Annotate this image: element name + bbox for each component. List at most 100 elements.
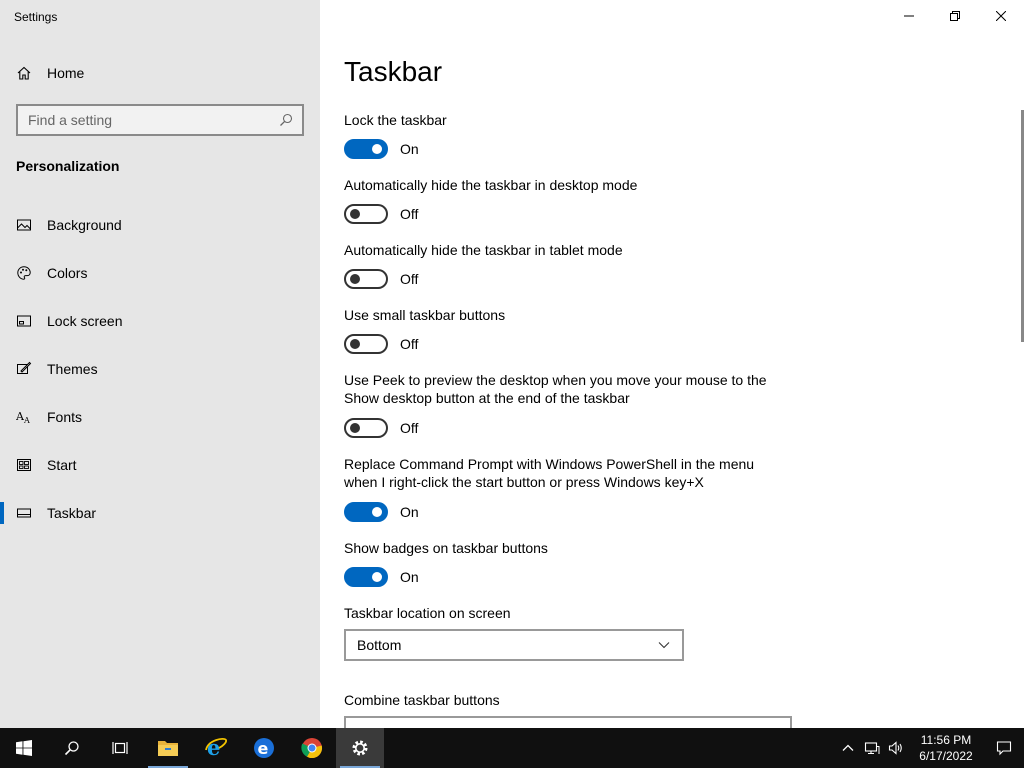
setting-label-lock-taskbar: Lock the taskbar	[344, 112, 447, 128]
show-hidden-icons-button[interactable]	[836, 728, 860, 768]
svg-text:e: e	[258, 739, 269, 758]
home-nav-item[interactable]: Home	[16, 62, 84, 84]
clock-date: 6/17/2022	[919, 749, 973, 763]
sidebar-item-label: Colors	[47, 265, 88, 281]
notification-icon	[996, 740, 1012, 756]
sidebar-item-label: Taskbar	[47, 505, 97, 521]
sidebar-item-taskbar[interactable]: Taskbar	[0, 489, 320, 537]
toggle-switch[interactable]	[344, 567, 388, 587]
sidebar-item-label: Lock screen	[47, 313, 123, 329]
sidebar-item-themes[interactable]: Themes	[0, 345, 320, 393]
sidebar-item-fonts[interactable]: AA Fonts	[0, 393, 320, 441]
toggle-knob	[372, 507, 382, 517]
lock-screen-icon	[16, 313, 32, 329]
sidebar-item-label: Background	[47, 217, 122, 233]
toggle-peek[interactable]: Off	[344, 417, 418, 439]
network-button[interactable]	[860, 728, 884, 768]
clock[interactable]: 11:56 PM 6/17/2022	[908, 732, 984, 764]
taskbar-location-dropdown[interactable]: Bottom	[344, 629, 684, 661]
svg-text:A: A	[23, 416, 30, 425]
task-view-button[interactable]	[96, 728, 144, 768]
chevron-up-icon	[840, 740, 856, 756]
page-title: Taskbar	[344, 56, 443, 87]
app-title: Settings	[14, 10, 58, 24]
sidebar-item-colors[interactable]: Colors	[0, 249, 320, 297]
setting-label-powershell: Replace Command Prompt with Windows Powe…	[344, 456, 755, 490]
task-view-icon	[112, 740, 128, 756]
search-box[interactable]	[16, 104, 304, 136]
toggle-autohide-tablet[interactable]: Off	[344, 268, 418, 290]
sidebar-item-start[interactable]: Start	[0, 441, 320, 489]
setting-label-combine: Combine taskbar buttons	[344, 692, 500, 708]
volume-button[interactable]	[884, 728, 908, 768]
toggle-state-label: On	[400, 569, 419, 585]
system-tray: 11:56 PM 6/17/2022	[836, 728, 1024, 768]
search-icon	[64, 740, 80, 756]
toggle-switch[interactable]	[344, 139, 388, 159]
toggle-knob	[372, 572, 382, 582]
setting-label-small-buttons: Use small taskbar buttons	[344, 307, 506, 323]
taskbar: e e 11:56 PM 6/17/2022	[0, 728, 1024, 768]
taskbar-icon	[16, 505, 32, 521]
setting-label-autohide-desktop: Automatically hide the taskbar in deskto…	[344, 177, 638, 193]
search-input[interactable]	[28, 112, 278, 128]
chevron-down-icon	[656, 637, 672, 653]
sidebar-nav: Background Colors Lock screen Themes AA …	[0, 201, 320, 537]
toggle-lock-taskbar[interactable]: On	[344, 138, 419, 160]
toggle-small-buttons[interactable]: Off	[344, 333, 418, 355]
settings-gear-icon	[350, 738, 370, 758]
toggle-knob	[372, 144, 382, 154]
sidebar-item-label: Fonts	[47, 409, 83, 425]
themes-icon	[16, 361, 32, 377]
sidebar-item-background[interactable]: Background	[0, 201, 320, 249]
toggle-state-label: Off	[400, 271, 419, 287]
combine-buttons-dropdown[interactable]	[344, 716, 792, 728]
toggle-powershell[interactable]: On	[344, 501, 419, 523]
home-icon	[16, 65, 32, 81]
setting-label-peek: Use Peek to preview the desktop when you…	[344, 372, 767, 406]
toggle-knob	[350, 274, 360, 284]
start-button[interactable]	[0, 728, 48, 768]
taskbar-search-button[interactable]	[48, 728, 96, 768]
toggle-state-label: On	[400, 141, 419, 157]
sidebar-item-lock-screen[interactable]: Lock screen	[0, 297, 320, 345]
fonts-icon: AA	[16, 409, 32, 425]
main-content: Taskbar Lock the taskbar On Automaticall…	[320, 0, 1024, 728]
toggle-badges[interactable]: On	[344, 566, 419, 588]
action-center-button[interactable]	[984, 728, 1024, 768]
toggle-switch[interactable]	[344, 269, 388, 289]
toggle-switch[interactable]	[344, 418, 388, 438]
toggle-state-label: Off	[400, 206, 419, 222]
volume-icon	[888, 740, 904, 756]
toggle-knob	[350, 423, 360, 433]
setting-label-location: Taskbar location on screen	[344, 605, 511, 621]
network-icon	[864, 740, 880, 756]
home-label: Home	[47, 65, 85, 81]
toggle-state-label: On	[400, 504, 419, 520]
toggle-switch[interactable]	[344, 204, 388, 224]
sidebar-item-label: Start	[47, 457, 77, 473]
edge-icon: e	[252, 736, 276, 760]
sidebar: Settings Home Personalization Background…	[0, 0, 320, 728]
start-icon	[16, 457, 32, 473]
windows-logo-icon	[16, 740, 32, 756]
search-icon[interactable]	[278, 112, 294, 128]
setting-label-badges: Show badges on taskbar buttons	[344, 540, 548, 556]
toggle-knob	[350, 339, 360, 349]
file-explorer-button[interactable]	[144, 728, 192, 768]
sidebar-item-label: Themes	[47, 361, 98, 377]
palette-icon	[16, 265, 32, 281]
toggle-autohide-desktop[interactable]: Off	[344, 203, 418, 225]
edge-button[interactable]: e	[240, 728, 288, 768]
picture-icon	[16, 217, 32, 233]
toggle-state-label: Off	[400, 420, 419, 436]
section-title: Personalization	[16, 158, 120, 174]
chrome-icon	[300, 736, 324, 760]
chrome-button[interactable]	[288, 728, 336, 768]
toggle-knob	[350, 209, 360, 219]
internet-explorer-button[interactable]: e	[192, 728, 240, 768]
settings-taskbar-button[interactable]	[336, 728, 384, 768]
toggle-switch[interactable]	[344, 334, 388, 354]
setting-label-autohide-tablet: Automatically hide the taskbar in tablet…	[344, 242, 623, 258]
toggle-switch[interactable]	[344, 502, 388, 522]
